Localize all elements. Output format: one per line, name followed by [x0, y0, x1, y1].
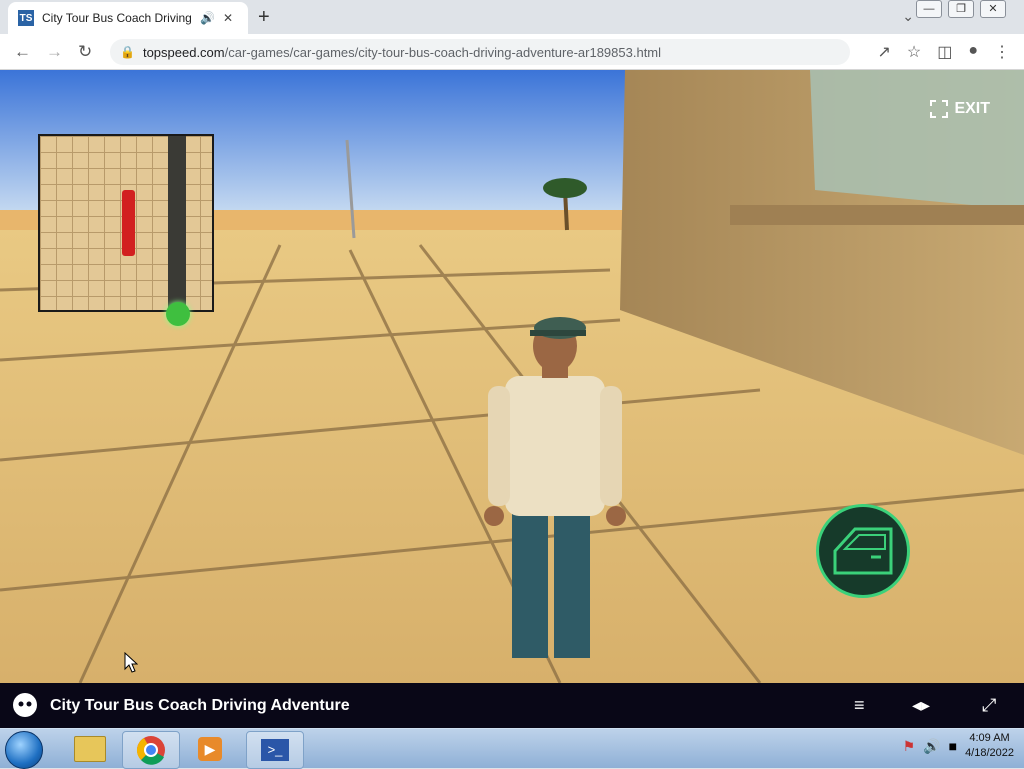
start-orb-icon[interactable]: [5, 731, 43, 769]
system-tray: ⚑ 🔊 ■ 4:09 AM 4/18/2022: [903, 731, 1014, 761]
media-player-icon[interactable]: ▶: [182, 731, 238, 767]
restore-button[interactable]: ❐: [948, 0, 974, 18]
url-text: topspeed.com/car-games/car-games/city-to…: [142, 44, 662, 60]
powershell-icon[interactable]: >_: [246, 731, 304, 769]
game-title: City Tour Bus Coach Driving Adventure: [50, 697, 350, 714]
minimap: [38, 134, 214, 312]
list-icon[interactable]: ≡: [854, 695, 865, 716]
windows-taskbar: ▶ >_ ⚑ 🔊 ■ 4:09 AM 4/18/2022: [0, 728, 1024, 769]
browser-tab[interactable]: TS City Tour Bus Coach Driving 🔊 ✕: [8, 2, 248, 34]
exit-label: EXIT: [954, 100, 990, 117]
forward-icon[interactable]: →: [46, 42, 63, 62]
share-icon[interactable]: ↗: [877, 42, 890, 62]
speaker-icon[interactable]: 🔊: [200, 11, 215, 25]
profile-icon[interactable]: ●: [968, 42, 978, 62]
clock-date: 4/18/2022: [965, 747, 1014, 759]
theater-icon[interactable]: ◂▸: [912, 695, 930, 716]
player-location-dot: [166, 302, 190, 326]
flag-icon[interactable]: ⚑: [903, 738, 916, 755]
game-viewport[interactable]: EXIT: [0, 70, 1024, 683]
exit-button[interactable]: EXIT: [930, 100, 990, 118]
lock-icon[interactable]: 🔒: [120, 45, 135, 59]
back-icon[interactable]: ←: [14, 42, 31, 62]
driver-character: [484, 317, 626, 658]
clock-time: 4:09 AM: [969, 732, 1010, 744]
minimap-bus-marker: [122, 190, 135, 256]
car-door-icon: [833, 527, 893, 575]
tab-title: City Tour Bus Coach Driving: [42, 11, 192, 25]
minimap-road: [168, 136, 186, 312]
fullscreen-exit-icon: [930, 100, 949, 118]
sidepanel-icon[interactable]: ◫: [937, 42, 952, 62]
expand-icon[interactable]: ⤢: [982, 695, 996, 716]
window-controls: — ❐ ✕: [916, 0, 1006, 18]
window-close-button[interactable]: ✕: [980, 0, 1006, 18]
chrome-icon[interactable]: [122, 731, 180, 769]
browser-toolbar: ← → ↻ 🔒 topspeed.com/car-games/car-games…: [0, 34, 1024, 70]
favicon: TS: [18, 10, 34, 26]
reload-icon[interactable]: ↻: [78, 42, 92, 62]
close-icon[interactable]: ✕: [223, 11, 233, 25]
minimize-button[interactable]: —: [916, 0, 942, 18]
mouse-cursor: [124, 652, 138, 673]
address-bar[interactable]: 🔒 topspeed.com/car-games/car-games/city-…: [110, 39, 850, 65]
network-icon[interactable]: ■: [949, 738, 957, 754]
browser-tab-strip: TS City Tour Bus Coach Driving 🔊 ✕ + ⌄ —…: [0, 0, 1024, 34]
star-icon[interactable]: ☆: [907, 42, 921, 62]
explorer-icon[interactable]: [62, 731, 118, 767]
game-bottom-bar: City Tour Bus Coach Driving Adventure ≡ …: [0, 683, 1024, 728]
volume-icon[interactable]: 🔊: [923, 738, 940, 755]
chevron-down-icon[interactable]: ⌄: [902, 8, 914, 25]
clock[interactable]: 4:09 AM 4/18/2022: [965, 731, 1014, 761]
enter-vehicle-button[interactable]: [816, 504, 910, 598]
menu-icon[interactable]: ⋮: [994, 42, 1010, 62]
gamedistribution-logo-icon: [13, 693, 37, 717]
new-tab-icon[interactable]: +: [258, 6, 270, 29]
